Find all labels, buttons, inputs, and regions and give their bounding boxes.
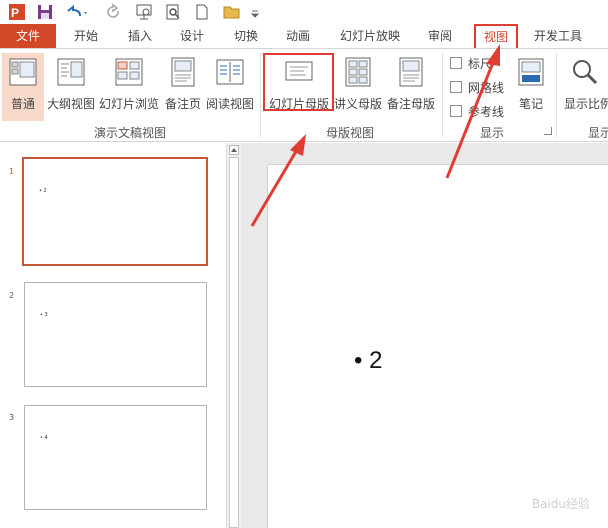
powerpoint-window: P 文件 开始 插入 设计 切换 动画 幻灯片放映 审阅 视图 开发工具 普通 … <box>0 0 608 528</box>
annotation-arrows <box>250 44 500 227</box>
arrow-to-view-tab <box>445 44 500 179</box>
arrow-to-slide-master <box>250 134 306 227</box>
